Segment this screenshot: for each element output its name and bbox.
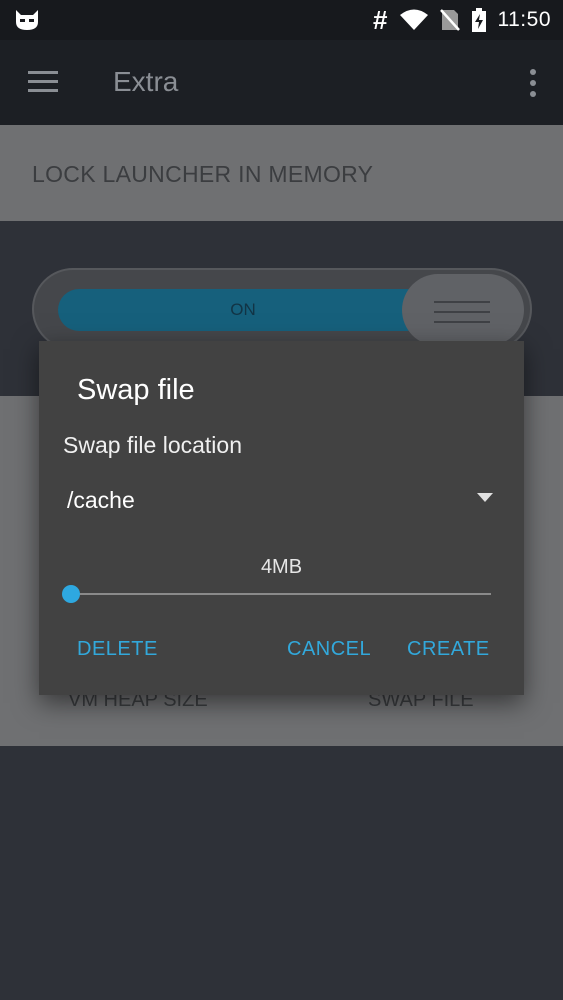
cyanogen-logo-icon [16,10,38,30]
toggle-track: ON [58,289,428,331]
dropdown-arrow-icon [477,493,493,502]
knob-grip-icon [434,301,490,323]
swap-file-dialog: Swap file Swap file location /cache 4MB … [39,341,524,695]
slider-track [71,593,491,595]
lock-launcher-row[interactable]: LOCK LAUNCHER IN MEMORY [0,125,563,221]
wifi-icon [399,9,428,30]
no-sim-icon [439,9,460,31]
swap-location-dropdown[interactable]: /cache [63,475,493,521]
swap-location-label: Swap file location [63,432,242,458]
slider-thumb[interactable] [62,585,80,603]
status-icons: # 11:50 [373,0,551,40]
toggle-knob[interactable] [402,274,524,346]
status-bar: # 11:50 [0,0,563,40]
swap-size-value: 4MB [260,556,303,578]
lock-launcher-label: LOCK LAUNCHER IN MEMORY [32,161,374,187]
swap-location-value: /cache [67,487,135,513]
lock-launcher-toggle[interactable]: ON [32,268,532,350]
battery-charging-icon [471,8,486,32]
overflow-menu-icon[interactable] [529,68,537,98]
swap-size-slider[interactable] [62,584,491,606]
create-button[interactable]: CREATE [407,638,490,661]
page-title: Extra [113,66,179,97]
delete-button[interactable]: DELETE [77,638,158,661]
app-bar: Extra [0,40,563,125]
hash-icon: # [373,5,388,35]
dialog-title: Swap file [77,374,195,406]
cancel-button[interactable]: CANCEL [287,638,371,661]
toggle-label: ON [230,300,256,319]
menu-icon[interactable] [28,70,60,94]
status-time: 11:50 [497,8,551,31]
